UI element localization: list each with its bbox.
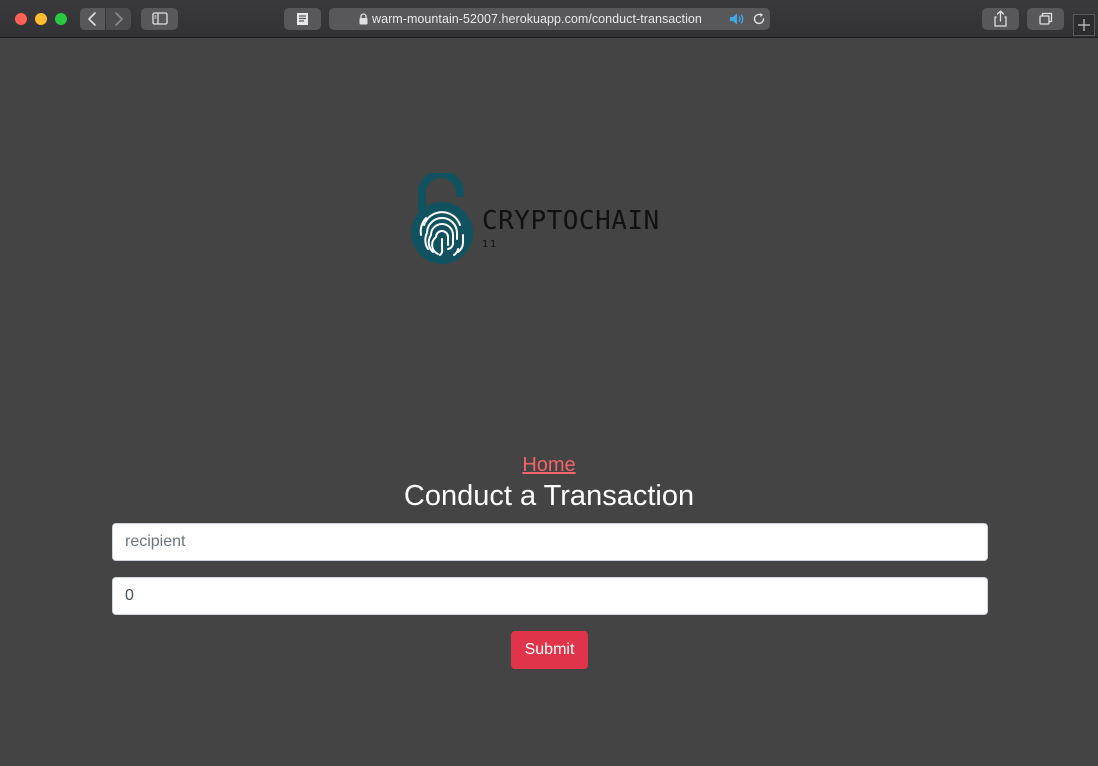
- page-title: Conduct a Transaction: [403, 480, 695, 512]
- home-link[interactable]: Home: [0, 454, 1098, 477]
- browser-toolbar: warm-mountain-52007.herokuapp.com/conduc…: [0, 0, 1098, 38]
- chevron-right-icon: [115, 12, 123, 26]
- page-content: CRYPTOCHAIN 11 Home Conduct a Transactio…: [0, 38, 1098, 766]
- reader-icon: [297, 13, 308, 25]
- maximize-window-button[interactable]: [55, 13, 67, 25]
- logo-title: CRYPTOCHAIN: [482, 206, 660, 236]
- sidebar-icon: [152, 12, 168, 25]
- tab-overview-button[interactable]: [1027, 8, 1064, 30]
- browser-window: warm-mountain-52007.herokuapp.com/conduc…: [0, 0, 1098, 766]
- amount-input[interactable]: [112, 577, 988, 615]
- logo-subtitle: 11: [482, 239, 499, 250]
- submit-button[interactable]: Submit: [511, 631, 588, 669]
- speaker-icon[interactable]: [729, 12, 745, 26]
- tabs-icon: [1039, 12, 1053, 25]
- address-bar[interactable]: warm-mountain-52007.herokuapp.com/conduc…: [329, 8, 770, 30]
- minimize-window-button[interactable]: [35, 13, 47, 25]
- forward-button[interactable]: [106, 8, 131, 30]
- new-tab-button[interactable]: [1073, 14, 1095, 36]
- plus-icon: [1078, 19, 1090, 31]
- address-url: warm-mountain-52007.herokuapp.com/conduc…: [372, 12, 702, 26]
- back-button[interactable]: [80, 8, 105, 30]
- close-window-button[interactable]: [15, 13, 27, 25]
- fingerprint-lock-icon: [411, 173, 473, 264]
- cryptochain-logo: CRYPTOCHAIN 11: [410, 173, 690, 265]
- reader-button[interactable]: [284, 8, 321, 30]
- recipient-input[interactable]: [112, 523, 988, 561]
- share-icon: [994, 10, 1007, 27]
- chevron-left-icon: [88, 12, 96, 26]
- lock-icon: [359, 13, 368, 25]
- reload-icon[interactable]: [752, 12, 766, 26]
- sidebar-button[interactable]: [141, 8, 178, 30]
- share-button[interactable]: [982, 8, 1019, 30]
